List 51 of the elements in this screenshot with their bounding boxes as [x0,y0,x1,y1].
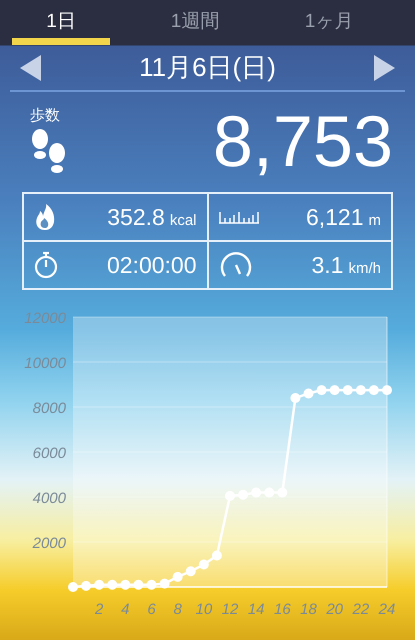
steps-label: 歩数 [30,106,60,124]
tab[interactable]: 1ヶ月 [280,0,378,45]
x-axis-label: 22 [352,601,370,618]
y-axis-label: 4000 [32,490,66,507]
data-point [304,388,314,398]
ruler-icon [218,210,258,224]
x-axis-label: 14 [248,601,264,618]
x-axis-label: 4 [121,601,130,618]
x-axis-label: 18 [300,601,317,618]
data-point [316,385,327,396]
y-axis-label: 6000 [32,445,66,462]
stopwatch-icon [34,251,58,279]
data-point [342,385,353,396]
y-axis-label: 12000 [24,310,66,327]
data-point [277,488,288,498]
data-point [198,560,209,570]
tab[interactable]: 1週間 [146,0,244,45]
data-point [238,490,248,500]
data-point [186,566,196,576]
data-point [264,488,274,498]
data-point [382,385,392,396]
tab[interactable]: 1日 [12,0,110,45]
data-point [368,385,379,396]
stat-value: 3.1 km/h [312,252,381,278]
data-point [330,385,340,396]
flame-icon [34,204,56,230]
x-axis-label: 16 [274,601,291,618]
data-point [251,488,262,498]
next-button[interactable] [373,54,395,80]
x-axis-label: 8 [174,601,182,618]
stat-value: 02:00:00 [106,252,196,278]
y-axis-label: 8000 [32,400,66,417]
speedometer-icon [218,252,252,278]
step-count: 8,753 [212,106,393,178]
x-axis-label: 24 [378,601,396,618]
y-axis-label: 10000 [24,355,66,372]
x-axis-label: 20 [326,601,343,618]
data-point [356,385,366,396]
y-axis-label: 2000 [32,535,66,552]
data-point [212,550,222,560]
x-axis-label: 12 [222,601,238,618]
x-axis-label: 2 [95,601,104,618]
data-point [172,572,183,582]
data-point [225,490,235,501]
x-axis-label: 10 [196,601,212,618]
date-title: 11月6日(日) [139,51,276,84]
x-axis-label: 6 [147,601,156,618]
previous-button[interactable] [20,54,42,80]
stat-value: 6,121 m [306,204,381,230]
data-point [290,393,300,403]
stat-value: 352.8 kcal [107,204,196,230]
